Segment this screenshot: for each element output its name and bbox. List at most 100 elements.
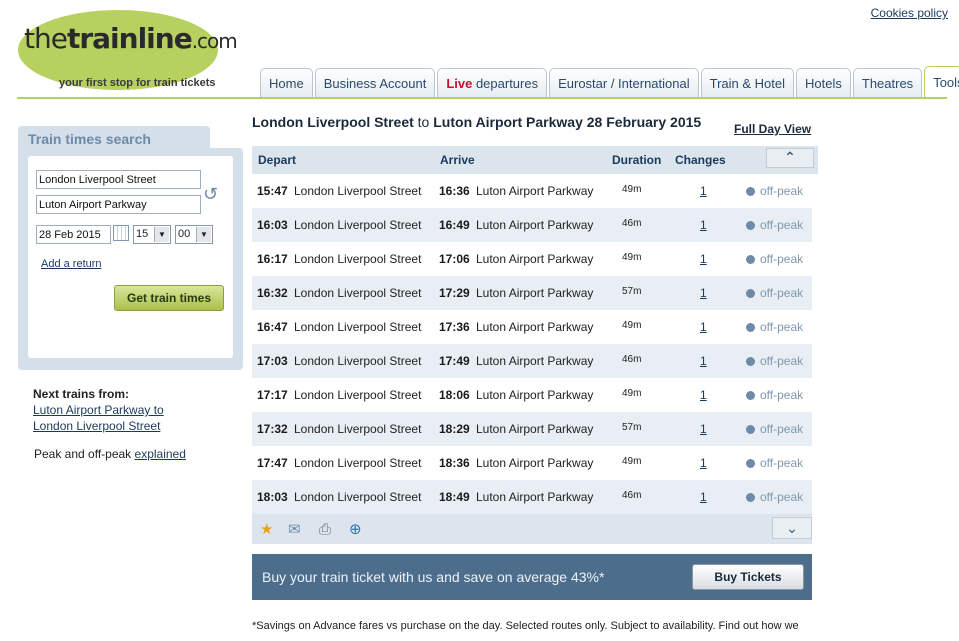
next-trains-link[interactable]: Luton Airport Parkway to — [33, 403, 164, 417]
tab-hotels[interactable]: Hotels — [796, 68, 851, 97]
fare-type-cell[interactable]: off-peak — [746, 184, 803, 198]
arrive-station: Luton Airport Parkway — [476, 456, 594, 470]
fare-type-cell[interactable]: off-peak — [746, 422, 803, 436]
changes-link[interactable]: 1 — [700, 252, 707, 266]
duration: 57m — [622, 422, 642, 433]
table-row[interactable]: 17:03 London Liverpool Street 17:49 Luton A… — [252, 344, 812, 378]
from-station-input[interactable]: London Liverpool Street — [36, 170, 201, 189]
changes-link[interactable]: 1 — [700, 286, 707, 300]
tab-live-departures-label: departures — [472, 76, 539, 91]
table-row[interactable]: 18:03 London Liverpool Street 18:49 Luton A… — [252, 480, 812, 514]
minute-select[interactable]: 00 ▼ — [175, 225, 213, 244]
depart-station: London Liverpool Street — [294, 286, 422, 300]
main-nav-tabs: Home Business Account Live departures Eu… — [260, 66, 959, 98]
arrive-station: Luton Airport Parkway — [476, 184, 594, 198]
calendar-icon[interactable] — [113, 225, 129, 241]
savings-footnote: *Savings on Advance fares vs purchase on… — [252, 620, 799, 632]
depart-station: London Liverpool Street — [294, 184, 422, 198]
fare-type[interactable]: off-peak — [760, 252, 803, 266]
print-icon[interactable]: ⎙ — [319, 522, 331, 537]
fare-type-cell[interactable]: off-peak — [746, 490, 803, 504]
add-return-link[interactable]: Add a return — [41, 258, 102, 270]
earlier-trains-chevron-up-icon[interactable]: ⌃ — [766, 148, 814, 168]
fare-type-cell[interactable]: off-peak — [746, 320, 803, 334]
depart-station: London Liverpool Street — [294, 320, 422, 334]
table-row[interactable]: 16:47 London Liverpool Street 17:36 Luton A… — [252, 310, 812, 344]
arrive-time: 18:29 — [439, 422, 470, 436]
fare-type-cell[interactable]: off-peak — [746, 252, 803, 266]
fare-type[interactable]: off-peak — [760, 490, 803, 504]
tab-theatres[interactable]: Theatres — [852, 68, 923, 97]
tab-live-departures[interactable]: Live departures — [437, 68, 548, 97]
hour-select[interactable]: 15 ▼ — [133, 225, 171, 244]
fare-type[interactable]: off-peak — [760, 286, 803, 300]
mail-icon[interactable]: ✉ — [288, 522, 301, 537]
tab-tools[interactable]: Tools — [924, 66, 959, 97]
plus-icon[interactable]: ⊕ — [349, 522, 362, 537]
fare-type[interactable]: off-peak — [760, 184, 803, 198]
changes-link[interactable]: 1 — [700, 422, 707, 436]
full-day-view-link[interactable]: Full Day View — [734, 122, 811, 136]
clock-icon — [746, 391, 755, 400]
table-row[interactable]: 16:32 London Liverpool Street 17:29 Luton A… — [252, 276, 812, 310]
tab-eurostar-international[interactable]: Eurostar / International — [549, 68, 699, 97]
depart-station: London Liverpool Street — [294, 388, 422, 402]
tab-business-account[interactable]: Business Account — [314, 68, 436, 97]
arrive-station: Luton Airport Parkway — [476, 388, 594, 402]
tab-home[interactable]: Home — [260, 68, 313, 97]
fare-type[interactable]: off-peak — [760, 320, 803, 334]
fare-type-cell[interactable]: off-peak — [746, 388, 803, 402]
route-title: London Liverpool Street to Luton Airport… — [252, 114, 722, 130]
duration: 49m — [622, 252, 642, 263]
table-row[interactable]: 17:32 London Liverpool Street 18:29 Luton A… — [252, 412, 812, 446]
swap-stations-icon[interactable]: ↺ — [203, 184, 221, 204]
tab-train-hotel[interactable]: Train & Hotel — [700, 68, 795, 97]
buy-tickets-button[interactable]: Buy Tickets — [692, 564, 804, 590]
fare-type[interactable]: off-peak — [760, 218, 803, 232]
table-row[interactable]: 16:03 London Liverpool Street 16:49 Luton A… — [252, 208, 812, 242]
table-row[interactable]: 15:47 London Liverpool Street 16:36 Luton A… — [252, 174, 812, 208]
depart-time: 17:03 — [257, 354, 288, 368]
fare-type[interactable]: off-peak — [760, 456, 803, 470]
changes-link[interactable]: 1 — [700, 388, 707, 402]
changes-link[interactable]: 1 — [700, 354, 707, 368]
fare-type[interactable]: off-peak — [760, 388, 803, 402]
travel-date: 28 February 2015 — [582, 114, 702, 130]
fare-type-cell[interactable]: off-peak — [746, 286, 803, 300]
hour-value: 15 — [136, 228, 149, 240]
next-trains-link-line2[interactable]: London Liverpool Street — [33, 419, 160, 433]
results-table-body: 15:47 London Liverpool Street 16:36 Luton A… — [252, 174, 812, 514]
to-word: to — [413, 114, 434, 130]
changes-link[interactable]: 1 — [700, 456, 707, 470]
changes-link[interactable]: 1 — [700, 218, 707, 232]
to-station-input[interactable]: Luton Airport Parkway — [36, 195, 201, 214]
fare-type[interactable]: off-peak — [760, 354, 803, 368]
later-trains-chevron-down-icon[interactable]: ⌄ — [772, 517, 812, 539]
changes-link[interactable]: 1 — [700, 490, 707, 504]
star-icon[interactable]: ★ — [260, 522, 273, 537]
clock-icon — [746, 425, 755, 434]
explained-link[interactable]: explained — [135, 447, 186, 461]
get-train-times-button[interactable]: Get train times — [114, 285, 224, 311]
duration: 49m — [622, 388, 642, 399]
depart-station: London Liverpool Street — [294, 422, 422, 436]
results-table-footer: ★ ✉ ⎙ ⊕ ⌄ — [252, 514, 812, 544]
changes-link[interactable]: 1 — [700, 184, 707, 198]
table-row[interactable]: 17:47 London Liverpool Street 18:36 Luton A… — [252, 446, 812, 480]
savings-banner-text: Buy your train ticket with us and save o… — [262, 569, 605, 585]
fare-type-cell[interactable]: off-peak — [746, 456, 803, 470]
table-row[interactable]: 16:17 London Liverpool Street 17:06 Luton A… — [252, 242, 812, 276]
changes-link[interactable]: 1 — [700, 320, 707, 334]
clock-icon — [746, 357, 755, 366]
table-row[interactable]: 17:17 London Liverpool Street 18:06 Luton A… — [252, 378, 812, 412]
date-input[interactable]: 28 Feb 2015 — [36, 225, 111, 244]
tagline: your first stop for train tickets — [59, 77, 216, 89]
clock-icon — [746, 255, 755, 264]
fare-type-cell[interactable]: off-peak — [746, 354, 803, 368]
clock-icon — [746, 323, 755, 332]
depart-time: 17:47 — [257, 456, 288, 470]
depart-station: London Liverpool Street — [294, 252, 422, 266]
cookies-policy-link[interactable]: Cookies policy — [871, 6, 948, 20]
fare-type[interactable]: off-peak — [760, 422, 803, 436]
fare-type-cell[interactable]: off-peak — [746, 218, 803, 232]
